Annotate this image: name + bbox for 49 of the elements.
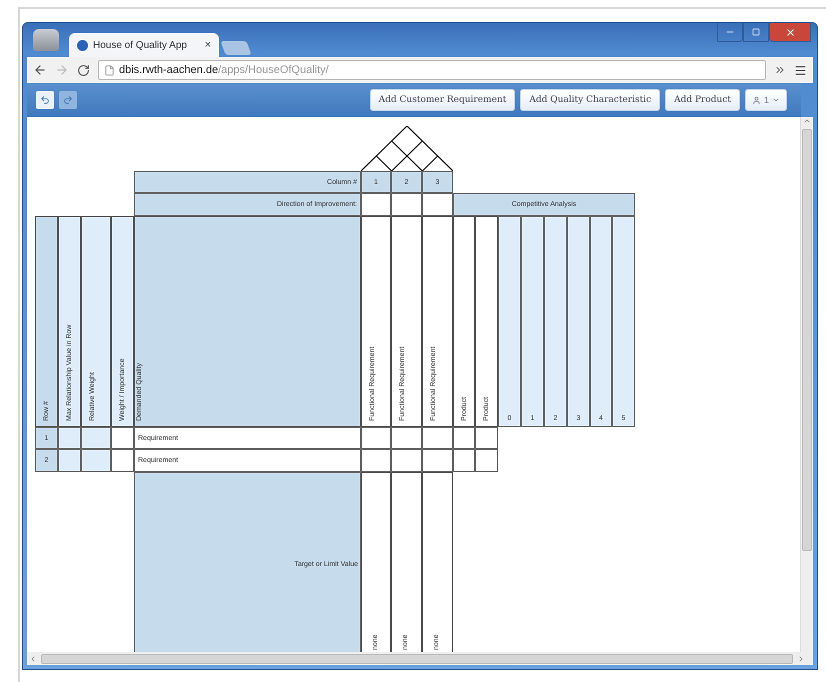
relationship-cell[interactable] xyxy=(422,427,453,449)
tab-close-button[interactable]: × xyxy=(204,39,211,51)
toolbar-button[interactable]: Add Quality Characteristic xyxy=(520,89,660,111)
horizontal-scrollbar[interactable] xyxy=(27,652,813,665)
address-field[interactable]: dbis.rwth-aachen.de/apps/HouseOfQuality/ xyxy=(98,60,766,80)
browser-tab[interactable]: House of Quality App × xyxy=(69,33,219,57)
reload-icon[interactable] xyxy=(77,64,90,76)
relationship-cell[interactable] xyxy=(391,449,422,472)
product-rating-cell[interactable] xyxy=(453,449,475,472)
table-cell xyxy=(58,427,81,449)
menu-icon[interactable] xyxy=(794,64,807,76)
url-host: dbis.rwth-aachen.de xyxy=(119,64,218,76)
back-icon[interactable] xyxy=(33,63,47,77)
product-rating-cell[interactable] xyxy=(453,427,475,449)
direction-cell[interactable] xyxy=(391,193,422,216)
product-rating-cell[interactable] xyxy=(475,427,498,449)
relationship-cell[interactable] xyxy=(391,427,422,449)
tab-title: House of Quality App xyxy=(93,40,188,50)
url-path: /apps/HouseOfQuality/ xyxy=(218,64,329,76)
relationship-cell[interactable] xyxy=(361,449,391,472)
toolbar-button[interactable]: Add Product xyxy=(665,89,740,111)
favicon-icon xyxy=(77,40,88,50)
product-rating-cell[interactable] xyxy=(475,449,498,472)
scroll-right-icon[interactable] xyxy=(797,654,805,662)
table-cell xyxy=(81,449,111,472)
page-icon xyxy=(104,64,115,76)
table-cell xyxy=(81,427,111,449)
caret-icon xyxy=(772,96,780,104)
weight-cell[interactable] xyxy=(111,449,134,472)
scroll-up-icon[interactable] xyxy=(803,117,811,125)
profile-icon[interactable] xyxy=(33,29,59,51)
undo-icon xyxy=(40,95,50,105)
user-menu-button[interactable]: 1 xyxy=(744,89,787,111)
close-button[interactable] xyxy=(769,23,811,42)
user-icon xyxy=(752,96,761,104)
redo-icon xyxy=(63,95,73,105)
extensions-icon[interactable] xyxy=(774,64,786,76)
weight-cell[interactable] xyxy=(111,427,134,449)
maximize-icon xyxy=(752,28,760,36)
relationship-cell[interactable] xyxy=(361,427,391,449)
toolbar-button[interactable]: Add Customer Requirement xyxy=(370,89,516,111)
relationship-cell[interactable] xyxy=(422,449,453,472)
direction-cell[interactable] xyxy=(361,193,391,216)
scroll-left-icon[interactable] xyxy=(29,654,37,662)
table-cell xyxy=(58,449,81,472)
undo-button[interactable] xyxy=(36,91,54,109)
vertical-scrollbar[interactable] xyxy=(800,117,813,652)
direction-cell[interactable] xyxy=(422,193,453,216)
close-icon xyxy=(784,26,796,38)
